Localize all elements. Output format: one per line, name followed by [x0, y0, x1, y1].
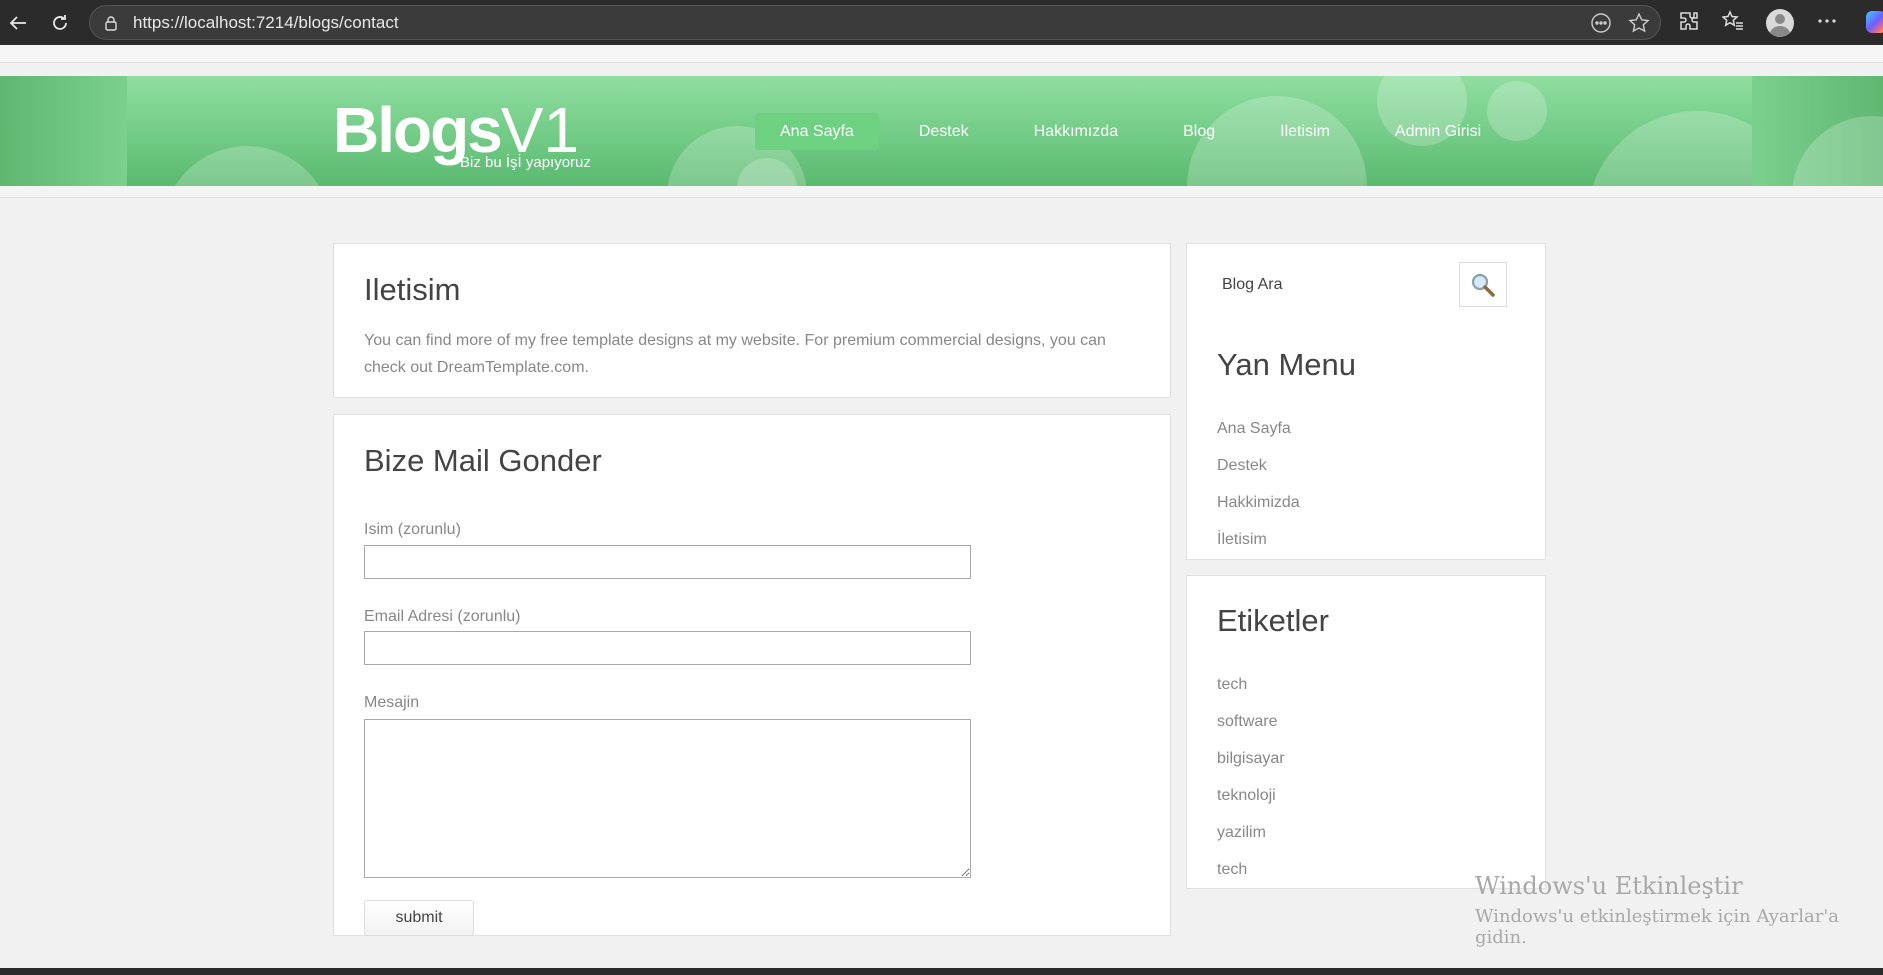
main-nav: Ana Sayfa Destek Hakkımızda Blog Iletisi… [755, 113, 1521, 150]
bottom-edge [0, 968, 1883, 975]
nav-item-iletisim[interactable]: Iletisim [1255, 113, 1355, 150]
tag-item[interactable]: tech [1217, 851, 1285, 888]
search-button[interactable] [1459, 262, 1507, 307]
nav-item-blog[interactable]: Blog [1158, 113, 1240, 150]
header-edge-right [1752, 76, 1883, 186]
windows-activation-watermark: Windows'u Etkinleştir Windows'u etkinleş… [1475, 872, 1883, 948]
favorites-list-icon[interactable] [1721, 9, 1744, 37]
side-menu-panel: Yan Menu Ana Sayfa Destek Hakkimizda İle… [1186, 243, 1546, 560]
back-arrow-icon[interactable] [4, 9, 32, 37]
blog-search-input[interactable] [1212, 262, 1460, 307]
side-menu-title: Yan Menu [1217, 347, 1357, 382]
copilot-icon[interactable] [1866, 11, 1883, 33]
watermark-subtitle: Windows'u etkinleştirmek için Ayarlar'a … [1475, 906, 1839, 948]
contact-title: Iletisim [364, 272, 461, 307]
form-title: Bize Mail Gonder [364, 443, 602, 478]
name-label: Isim (zorunlu) [364, 521, 461, 538]
more-tools-icon[interactable] [1590, 12, 1612, 39]
tag-item[interactable]: teknoloji [1217, 777, 1285, 814]
header-bottom-strip [0, 186, 1883, 198]
profile-avatar[interactable] [1766, 9, 1794, 37]
contact-intro-panel: Iletisim You can find more of my free te… [333, 243, 1171, 398]
submit-button[interactable]: submit [364, 900, 474, 936]
nav-item-hakkimizda[interactable]: Hakkımızda [1009, 113, 1143, 150]
side-menu-item-hakkimizda[interactable]: Hakkimizda [1217, 484, 1300, 521]
mail-form-panel: Bize Mail Gonder Isim (zorunlu) Email Ad… [333, 414, 1171, 936]
blog-search [1212, 262, 1507, 307]
message-label: Mesajin [364, 694, 420, 711]
site-header: BlogsV1 Biz bu İşİ yapıyoruz Ana Sayfa D… [0, 76, 1883, 186]
nav-item-admin-girisi[interactable]: Admin Girisi [1370, 113, 1506, 150]
tag-item[interactable]: tech [1217, 666, 1285, 703]
address-bar[interactable]: https://localhost:7214/blogs/contact [89, 5, 1661, 40]
url-text: https://localhost:7214/blogs/contact [133, 12, 399, 32]
nav-item-destek[interactable]: Destek [894, 113, 994, 150]
tag-item[interactable]: software [1217, 703, 1285, 740]
side-menu-item-iletisim[interactable]: İletisim [1217, 521, 1300, 558]
watermark-title: Windows'u Etkinleştir [1475, 872, 1743, 900]
email-label: Email Adresi (zorunlu) [364, 608, 521, 625]
site-tagline: Biz bu İşİ yapıyoruz [460, 154, 591, 171]
tags-title: Etiketler [1217, 603, 1329, 638]
extensions-icon[interactable] [1678, 10, 1700, 37]
side-menu-list: Ana Sayfa Destek Hakkimizda İletisim [1217, 410, 1300, 558]
refresh-icon[interactable] [46, 9, 74, 37]
favorite-star-icon[interactable] [1628, 12, 1650, 39]
nav-item-ana-sayfa[interactable]: Ana Sayfa [755, 113, 879, 150]
search-icon [1471, 273, 1495, 297]
browser-toolbar: https://localhost:7214/blogs/contact [0, 0, 1883, 45]
settings-more-icon[interactable] [1816, 10, 1838, 37]
side-menu-item-ana-sayfa[interactable]: Ana Sayfa [1217, 410, 1300, 447]
site-logo[interactable]: BlogsV1 [333, 98, 579, 162]
tag-list: tech software bilgisayar teknoloji yazil… [1217, 666, 1285, 888]
header-edge-left [0, 76, 127, 186]
tag-item[interactable]: bilgisayar [1217, 740, 1285, 777]
tags-panel: Etiketler tech software bilgisayar tekno… [1186, 575, 1546, 889]
lock-icon [103, 15, 119, 31]
tag-item[interactable]: yazilim [1217, 814, 1285, 851]
page-top-strip [0, 45, 1883, 63]
email-input[interactable] [364, 631, 971, 665]
side-menu-item-destek[interactable]: Destek [1217, 447, 1300, 484]
message-textarea[interactable] [364, 719, 971, 878]
name-input[interactable] [364, 545, 971, 579]
contact-intro-text: You can find more of my free template de… [364, 332, 1106, 376]
